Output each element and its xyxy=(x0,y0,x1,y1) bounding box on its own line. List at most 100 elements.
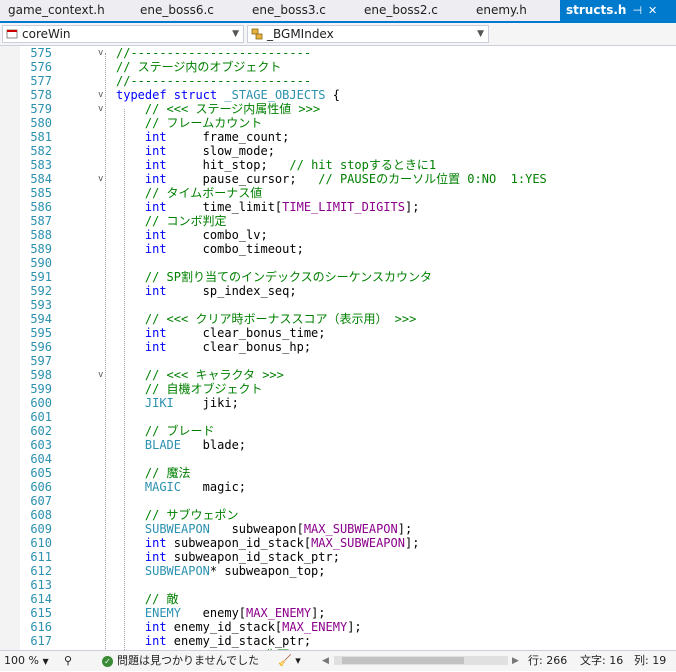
code-token: frame_count; xyxy=(166,130,290,144)
fold-toggle-icon[interactable]: v xyxy=(98,102,103,116)
code-line[interactable]: 597 xyxy=(0,354,676,368)
code-line[interactable]: 605 // 魔法 xyxy=(0,466,676,480)
code-line[interactable]: 606 MAGIC magic; xyxy=(0,480,676,494)
code-line[interactable]: 602 // ブレード xyxy=(0,424,676,438)
pin-icon[interactable]: ⊣ xyxy=(632,4,642,17)
fold-toggle-icon[interactable]: v xyxy=(98,368,103,382)
tab-ene-boss2-c[interactable]: ene_boss2.c xyxy=(358,0,444,21)
scroll-left-icon[interactable]: ◀ xyxy=(322,651,329,671)
tab-label: enemy.h xyxy=(476,3,527,17)
line-indicator[interactable]: 行: 266 xyxy=(528,651,567,671)
code-token: pause_cursor; xyxy=(166,172,319,186)
line-number: 585 xyxy=(30,186,52,200)
line-number: 588 xyxy=(30,228,52,242)
code-line[interactable]: 594 // <<< クリア時ボーナススコア（表示用） >>> xyxy=(0,312,676,326)
cleanup-icon[interactable]: 🧹 ▾ xyxy=(278,651,301,671)
code-line[interactable]: 607 xyxy=(0,494,676,508)
code-text: typedef struct _STAGE_OBJECTS { xyxy=(116,88,340,102)
code-line[interactable]: 580 // フレームカウント xyxy=(0,116,676,130)
code-line[interactable]: 591 // SP割り当てのインデックスのシーケンスカウンタ xyxy=(0,270,676,284)
line-number: 576 xyxy=(30,60,52,74)
code-line[interactable]: 596 int clear_bonus_hp; xyxy=(0,340,676,354)
code-line[interactable]: 599 // 自機オブジェクト xyxy=(0,382,676,396)
char-indicator[interactable]: 文字: 16 xyxy=(580,651,623,671)
code-token: MAX_SUBWEAPON xyxy=(311,536,405,550)
intellicode-icon[interactable]: ⚲ xyxy=(64,651,72,671)
code-line[interactable]: 616 int enemy_id_stack[MAX_ENEMY]; xyxy=(0,620,676,634)
line-number: 578 xyxy=(30,88,52,102)
fold-toggle-icon[interactable]: v xyxy=(98,46,103,60)
issues-indicator[interactable]: ✓ 問題は見つかりませんでした xyxy=(102,651,259,671)
line-number: 600 xyxy=(30,396,52,410)
code-line[interactable]: 582 int slow_mode; xyxy=(0,144,676,158)
code-text: int clear_bonus_hp; xyxy=(145,340,311,354)
code-line[interactable]: 601 xyxy=(0,410,676,424)
code-token: BLADE xyxy=(144,438,181,452)
code-token: clear_bonus_time; xyxy=(166,326,326,340)
code-line[interactable]: 579 v // <<< ステージ内属性値 >>> xyxy=(0,102,676,116)
code-line[interactable]: 603 BLADE blade; xyxy=(0,438,676,452)
scroll-right-icon[interactable]: ▶ xyxy=(512,651,519,671)
member-dropdown[interactable]: _BGMIndex ▼ xyxy=(247,25,489,43)
code-line[interactable]: 611 int subweapon_id_stack_ptr; xyxy=(0,550,676,564)
code-line[interactable]: 612 SUBWEAPON* subweapon_top; xyxy=(0,564,676,578)
code-line[interactable]: 595 int clear_bonus_time; xyxy=(0,326,676,340)
code-token: int xyxy=(144,242,167,256)
code-line[interactable]: 590 xyxy=(0,256,676,270)
code-line[interactable]: 584 v int pause_cursor; // PAUSEのカーソル位置 0:… xyxy=(0,172,676,186)
code-line[interactable]: 577 //------------------------- xyxy=(0,74,676,88)
line-number: 597 xyxy=(30,354,52,368)
code-line[interactable]: 604 xyxy=(0,452,676,466)
scrollbar-thumb[interactable] xyxy=(342,657,464,664)
code-line[interactable]: 585 // タイムボーナス値 xyxy=(0,186,676,200)
code-line[interactable]: 610 int subweapon_id_stack[MAX_SUBWEAPON]… xyxy=(0,536,676,550)
line-number: 593 xyxy=(30,298,52,312)
code-line[interactable]: 609 SUBWEAPON subweapon[MAX_SUBWEAPON]; xyxy=(0,522,676,536)
code-text: int time_limit[TIME_LIMIT_DIGITS]; xyxy=(145,200,420,214)
code-line[interactable]: 575 v //------------------------- xyxy=(0,46,676,60)
code-line[interactable]: 578 v typedef struct _STAGE_OBJECTS { xyxy=(0,88,676,102)
close-icon[interactable]: ✕ xyxy=(648,4,657,17)
horizontal-scrollbar[interactable] xyxy=(334,656,508,665)
code-line[interactable]: 593 xyxy=(0,298,676,312)
code-line[interactable]: 581 int frame_count; xyxy=(0,130,676,144)
line-number: 577 xyxy=(30,74,52,88)
tab-label: structs.h xyxy=(566,3,627,17)
tab-structs-h[interactable]: structs.h ⊣ ✕ xyxy=(560,0,676,21)
code-line[interactable]: 589 int combo_timeout; xyxy=(0,242,676,256)
code-editor[interactable]: 575 v //------------------------- 576 // ステー… xyxy=(0,46,676,650)
code-line[interactable]: 592 int sp_index_seq; xyxy=(0,284,676,298)
zoom-dropdown[interactable]: 100 % ▼ xyxy=(4,651,49,671)
code-line[interactable]: 583 int hit_stop; // hit stopするときに1 xyxy=(0,158,676,172)
tab-ene-boss3-c[interactable]: ene_boss3.c xyxy=(246,0,332,21)
code-line[interactable]: 588 int combo_lv; xyxy=(0,228,676,242)
line-number: 615 xyxy=(30,606,52,620)
code-token: // サブウェポン xyxy=(144,508,239,522)
tab-enemy-h[interactable]: enemy.h xyxy=(470,0,533,21)
code-line[interactable]: 576 // ステージ内のオブジェクト xyxy=(0,60,676,74)
code-text: int enemy_id_stack_ptr; xyxy=(145,634,311,648)
code-token: // <<< ステージ内属性値 >>> xyxy=(144,102,321,116)
check-icon: ✓ xyxy=(102,655,113,667)
code-line[interactable]: 600 JIKI jiki; xyxy=(0,396,676,410)
scope-dropdown[interactable]: coreWin ▼ xyxy=(2,25,244,43)
code-line[interactable]: 615 ENEMY enemy[MAX_ENEMY]; xyxy=(0,606,676,620)
tab-ene-boss6-c[interactable]: ene_boss6.c xyxy=(134,0,220,21)
code-line[interactable]: 613 xyxy=(0,578,676,592)
column-indicator[interactable]: 列: 19 xyxy=(634,651,666,671)
code-token: ]; xyxy=(347,620,362,634)
tab-game-context-h[interactable]: game_context.h xyxy=(2,0,111,21)
code-line[interactable]: 614 // 敵 xyxy=(0,592,676,606)
code-line[interactable]: 598 v // <<< キャラクタ >>> xyxy=(0,368,676,382)
line-number: 613 xyxy=(30,578,52,592)
fold-toggle-icon[interactable]: v xyxy=(98,172,103,186)
code-token: clear_bonus_hp; xyxy=(166,340,312,354)
code-text: int clear_bonus_time; xyxy=(145,326,326,340)
code-token: int xyxy=(144,130,167,144)
code-line[interactable]: 586 int time_limit[TIME_LIMIT_DIGITS]; xyxy=(0,200,676,214)
fold-toggle-icon[interactable]: v xyxy=(98,88,103,102)
code-line[interactable]: 617 int enemy_id_stack_ptr; xyxy=(0,634,676,648)
code-line[interactable]: 608 // サブウェポン xyxy=(0,508,676,522)
code-line[interactable]: 587 // コンボ判定 xyxy=(0,214,676,228)
code-token: int xyxy=(144,536,167,550)
